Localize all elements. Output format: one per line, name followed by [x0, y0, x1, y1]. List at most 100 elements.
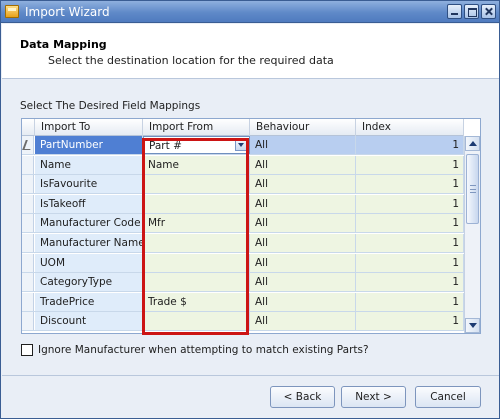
index-cell[interactable]: 1 — [356, 253, 464, 272]
table-row[interactable]: IsTakeoff All 1 — [22, 194, 464, 214]
index-cell-text: 1 — [452, 178, 459, 191]
import-from-cell-text: Mfr — [148, 217, 166, 230]
import-from-cell[interactable] — [143, 253, 250, 272]
index-cell[interactable]: 1 — [356, 312, 464, 331]
import-to-cell-text: CategoryType — [40, 276, 113, 289]
table-row[interactable]: Manufacturer Code Mfr All 1 — [22, 214, 464, 234]
behaviour-cell[interactable]: All — [250, 312, 356, 331]
table-row[interactable]: PartNumber Part # All 1 — [22, 136, 464, 155]
mapping-section-label: Select The Desired Field Mappings — [20, 100, 201, 112]
next-button[interactable]: Next > — [341, 386, 406, 408]
import-to-cell: IsTakeoff — [35, 194, 143, 213]
title-bar[interactable]: Import Wizard — [1, 1, 499, 23]
behaviour-cell-text: All — [255, 158, 269, 171]
ignore-manufacturer-label[interactable]: Ignore Manufacturer when attempting to m… — [38, 344, 369, 356]
import-from-cell[interactable] — [143, 234, 250, 252]
import-to-cell-text: UOM — [40, 256, 66, 269]
table-row[interactable]: Discount All 1 — [22, 312, 464, 332]
window-title: Import Wizard — [25, 5, 110, 19]
back-button[interactable]: < Back — [270, 386, 335, 408]
import-from-cell[interactable] — [143, 273, 250, 292]
import-from-cell[interactable] — [143, 175, 250, 194]
row-indicator[interactable] — [22, 292, 34, 311]
column-header-behaviour[interactable]: Behaviour — [250, 119, 356, 136]
import-to-cell: Manufacturer Name — [35, 234, 143, 252]
row-indicator[interactable] — [22, 136, 34, 154]
import-to-cell: Manufacturer Code — [35, 214, 143, 233]
cancel-button[interactable]: Cancel — [415, 386, 481, 408]
close-button[interactable] — [481, 4, 496, 19]
row-indicator[interactable] — [22, 273, 34, 292]
table-row[interactable]: TradePrice Trade $ All 1 — [22, 292, 464, 312]
behaviour-cell-text: All — [255, 217, 269, 230]
behaviour-cell[interactable]: All — [250, 214, 356, 233]
index-cell[interactable]: 1 — [356, 194, 464, 213]
import-to-cell-text: PartNumber — [40, 139, 103, 151]
maximize-button[interactable] — [464, 4, 479, 19]
row-indicator[interactable] — [22, 234, 34, 252]
table-row[interactable]: Manufacturer Name All 1 — [22, 234, 464, 253]
import-from-cell[interactable] — [143, 312, 250, 331]
import-to-cell: UOM — [35, 253, 143, 272]
table-row[interactable]: CategoryType All 1 — [22, 273, 464, 293]
index-cell[interactable]: 1 — [356, 292, 464, 311]
column-header-import-to[interactable]: Import To — [35, 119, 143, 136]
field-mapping-grid[interactable]: Import To Import From Behaviour Index Pa… — [21, 118, 481, 334]
row-indicator[interactable] — [22, 253, 34, 272]
wizard-icon — [5, 5, 19, 18]
scroll-thumb[interactable] — [466, 154, 479, 224]
behaviour-cell-text: All — [255, 315, 269, 328]
scroll-down-button[interactable] — [465, 318, 480, 333]
import-from-cell[interactable]: Trade $ — [143, 292, 250, 311]
row-indicator[interactable] — [22, 194, 34, 213]
index-cell[interactable]: 1 — [356, 155, 464, 174]
index-cell-text: 1 — [452, 315, 459, 328]
page-subtitle: Select the destination location for the … — [48, 54, 334, 67]
index-cell[interactable]: 1 — [356, 234, 464, 252]
index-cell[interactable]: 1 — [356, 175, 464, 194]
table-row[interactable]: IsFavourite All 1 — [22, 175, 464, 195]
row-indicator[interactable] — [22, 155, 34, 174]
index-cell-text: 1 — [452, 276, 459, 289]
row-indicator[interactable] — [22, 175, 34, 194]
behaviour-cell-text: All — [255, 276, 269, 289]
behaviour-cell[interactable]: All — [250, 194, 356, 213]
ignore-manufacturer-checkbox[interactable] — [21, 344, 33, 356]
row-indicator[interactable] — [22, 214, 34, 233]
scroll-up-button[interactable] — [465, 136, 480, 151]
behaviour-cell[interactable]: All — [250, 253, 356, 272]
behaviour-cell[interactable]: All — [250, 175, 356, 194]
import-to-cell-text: Name — [40, 158, 71, 171]
import-from-cell[interactable]: Mfr — [143, 214, 250, 233]
import-to-cell-text: Manufacturer Code — [40, 217, 141, 230]
import-to-cell: Name — [35, 155, 143, 174]
wizard-header: Data Mapping Select the destination loca… — [2, 24, 499, 79]
behaviour-cell[interactable]: All — [250, 234, 356, 252]
behaviour-cell[interactable]: All — [250, 136, 356, 154]
import-to-cell-text: Discount — [40, 315, 87, 328]
index-cell-text: 1 — [452, 295, 459, 308]
import-from-cell[interactable]: Name — [143, 155, 250, 174]
table-row[interactable]: UOM All 1 — [22, 253, 464, 273]
index-cell-text: 1 — [452, 237, 459, 249]
import-wizard-window: Import Wizard Data Mapping Select the de… — [0, 0, 500, 419]
chevron-down-icon[interactable] — [235, 139, 247, 151]
behaviour-cell-text: All — [255, 237, 269, 249]
minimize-button[interactable] — [447, 4, 462, 19]
import-from-cell[interactable]: Part # — [143, 136, 250, 154]
table-row[interactable]: Name Name All 1 — [22, 155, 464, 175]
column-header-index[interactable]: Index — [356, 119, 464, 136]
import-from-cell-text: Trade $ — [148, 295, 187, 308]
index-cell[interactable]: 1 — [356, 273, 464, 292]
index-cell[interactable]: 1 — [356, 214, 464, 233]
index-cell[interactable]: 1 — [356, 136, 464, 154]
behaviour-cell[interactable]: All — [250, 155, 356, 174]
import-to-cell-text: TradePrice — [40, 295, 95, 308]
behaviour-cell[interactable]: All — [250, 273, 356, 292]
import-from-cell[interactable] — [143, 194, 250, 213]
column-header-import-from[interactable]: Import From — [143, 119, 250, 136]
vertical-scrollbar[interactable] — [464, 136, 480, 333]
behaviour-cell[interactable]: All — [250, 292, 356, 311]
row-indicator[interactable] — [22, 312, 34, 331]
import-to-cell: Discount — [35, 312, 143, 331]
